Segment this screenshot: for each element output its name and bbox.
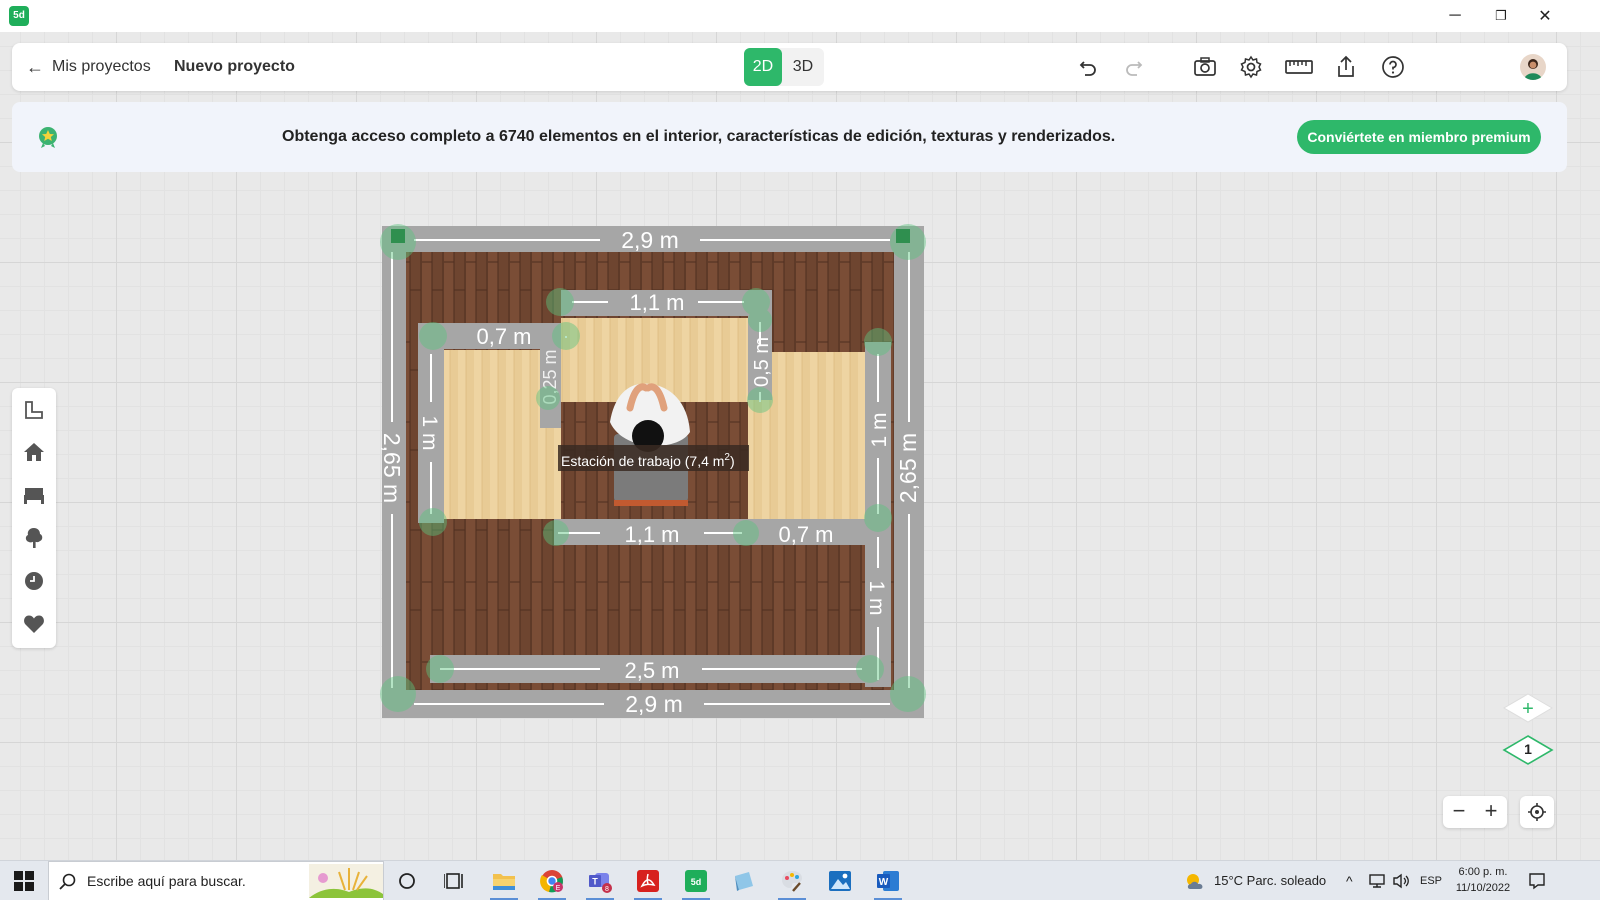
- svg-text:8: 8: [605, 886, 609, 893]
- close-button[interactable]: ✕: [1522, 0, 1568, 32]
- teams-icon[interactable]: T8: [580, 865, 620, 900]
- clock-time: 6:00 p. m.: [1458, 866, 1508, 878]
- camera-icon[interactable]: [1189, 51, 1221, 83]
- weather-text[interactable]: 15°C Parc. soleado: [1214, 861, 1326, 900]
- help-icon[interactable]: [1377, 51, 1409, 83]
- word-icon[interactable]: W: [868, 865, 908, 900]
- sidebar-item-recent[interactable]: [12, 561, 56, 601]
- minimize-button[interactable]: ─: [1432, 0, 1478, 32]
- level-control: + 1: [1500, 690, 1556, 780]
- mode-2d-button[interactable]: 2D: [744, 48, 782, 86]
- clock-icon: [25, 572, 43, 590]
- svg-text:5d: 5d: [691, 877, 702, 887]
- heart-icon: [24, 615, 44, 633]
- search-placeholder: Escribe aquí para buscar.: [87, 873, 246, 889]
- mode-3d-button[interactable]: 3D: [784, 48, 822, 86]
- add-level-button[interactable]: +: [1503, 693, 1553, 723]
- network-icon[interactable]: [1368, 873, 1386, 889]
- premium-banner-text: Obtenga acceso completo a 6740 elementos…: [282, 128, 1116, 145]
- left-sidebar: [12, 388, 56, 648]
- search-icon: [59, 873, 76, 890]
- sidebar-item-house[interactable]: [12, 432, 56, 472]
- sidebar-item-exterior[interactable]: [12, 518, 56, 558]
- zoom-out-button[interactable]: −: [1443, 796, 1475, 828]
- tray-overflow-chevron-icon[interactable]: ^: [1346, 861, 1353, 900]
- sidebar-item-furniture[interactable]: [12, 475, 56, 515]
- dim-left-outer[interactable]: 2,65 m: [379, 433, 405, 503]
- clock-date: 11/10/2022: [1455, 882, 1511, 894]
- premium-upgrade-button[interactable]: Conviértete en miembro premium: [1297, 120, 1541, 154]
- sidebar-item-rooms[interactable]: [12, 390, 56, 430]
- svg-text:E: E: [556, 885, 561, 892]
- photos-icon[interactable]: [820, 865, 860, 897]
- house-icon: [24, 443, 44, 461]
- dim-inner-right-lower[interactable]: 1 m: [865, 580, 888, 615]
- dim-inner-bottom-right[interactable]: 0,7 m: [778, 522, 833, 547]
- paper-app-icon[interactable]: [724, 865, 764, 897]
- back-to-projects-link[interactable]: ← Mis proyectos: [26, 43, 151, 91]
- user-avatar[interactable]: [1520, 54, 1546, 80]
- center-view-button[interactable]: [1520, 796, 1554, 828]
- dim-inner-right-side[interactable]: 1 m: [868, 412, 891, 447]
- app-logo-icon: 5d: [9, 6, 29, 26]
- rooms-icon: [25, 401, 43, 419]
- notifications-icon[interactable]: [1528, 872, 1546, 890]
- room-label[interactable]: Estación de trabajo (7,4 m2): [561, 452, 735, 469]
- dim-right-outer[interactable]: 2,65 m: [895, 433, 921, 503]
- dim-inner-bottom-long[interactable]: 2,5 m: [624, 658, 679, 683]
- weather-icon: [1187, 874, 1203, 889]
- zoom-control: − +: [1443, 796, 1507, 828]
- settings-icon[interactable]: [1235, 51, 1267, 83]
- taskbar-clock[interactable]: 6:00 p. m. 11/10/2022: [1446, 864, 1520, 896]
- dim-top-outer[interactable]: 2,9 m: [621, 227, 679, 253]
- view-mode-switch: 2D 3D: [744, 48, 824, 86]
- task-view-icon[interactable]: [387, 865, 427, 897]
- taskbar-search-box[interactable]: Escribe aquí para buscar.: [48, 861, 384, 900]
- svg-text:W: W: [879, 877, 889, 888]
- svg-text:1: 1: [1524, 741, 1532, 757]
- windows-start-icon[interactable]: [14, 871, 34, 891]
- current-level-button[interactable]: 1: [1502, 735, 1554, 765]
- target-icon: [1528, 803, 1546, 821]
- ruler-icon[interactable]: [1283, 51, 1315, 83]
- zoom-in-button[interactable]: +: [1475, 796, 1507, 828]
- premium-banner: Obtenga acceso completo a 6740 elementos…: [12, 102, 1567, 172]
- share-icon[interactable]: [1330, 51, 1362, 83]
- furniture-icon: [24, 488, 44, 504]
- dim-inner-top[interactable]: 1,1 m: [629, 290, 684, 315]
- volume-icon[interactable]: [1392, 873, 1410, 889]
- svg-text:+: +: [1522, 698, 1534, 720]
- dim-inner-bottom-mid[interactable]: 1,1 m: [624, 522, 679, 547]
- back-label: Mis proyectos: [52, 58, 151, 75]
- redo-icon[interactable]: [1118, 51, 1150, 83]
- top-toolbar: ← Mis proyectos Nuevo proyecto 2D 3D: [12, 43, 1567, 91]
- arrow-left-icon: ←: [26, 56, 44, 77]
- floor-plan[interactable]: Estación de trabajo (7,4 m2) 2,9 m 2,9 m…: [378, 222, 928, 722]
- paint-icon[interactable]: [772, 865, 812, 900]
- dim-inner-right-depth[interactable]: 0,5 m: [751, 337, 773, 387]
- chrome-icon[interactable]: E: [532, 865, 572, 900]
- windows-taskbar: Escribe aquí para buscar. E T8 5d W 15°C…: [0, 860, 1600, 900]
- sidebar-item-favorites[interactable]: [12, 604, 56, 644]
- project-title[interactable]: Nuevo proyecto: [174, 43, 295, 91]
- acrobat-icon[interactable]: [628, 865, 668, 900]
- file-explorer-icon[interactable]: [484, 865, 524, 900]
- tree-icon: [25, 528, 43, 548]
- dim-inner-left-side[interactable]: 1 m: [418, 415, 441, 450]
- premium-badge-icon: [36, 125, 60, 149]
- input-language[interactable]: ESP: [1420, 861, 1442, 900]
- widgets-icon[interactable]: [434, 865, 474, 897]
- window-title-bar: 5d ─ ❐ ✕: [0, 0, 1600, 32]
- search-highlight-image: [309, 864, 383, 898]
- svg-text:T: T: [592, 877, 598, 887]
- dim-bottom-outer[interactable]: 2,9 m: [625, 691, 683, 717]
- dim-inner-left-top[interactable]: 0,7 m: [476, 324, 531, 349]
- undo-icon[interactable]: [1072, 51, 1104, 83]
- planner-5d-taskbar-icon[interactable]: 5d: [676, 865, 716, 900]
- restore-button[interactable]: ❐: [1478, 0, 1524, 32]
